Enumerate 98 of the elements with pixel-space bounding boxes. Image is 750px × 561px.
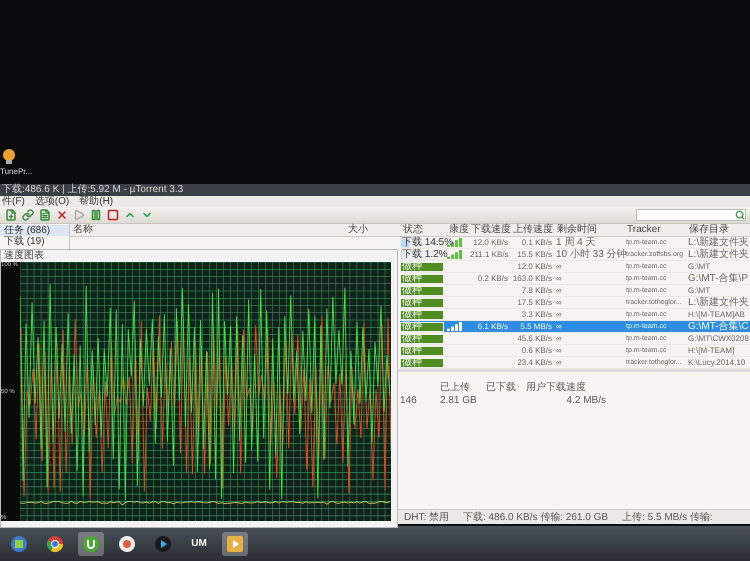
download-speed: 6.1 KB/s bbox=[476, 321, 509, 333]
file-plus-icon bbox=[4, 209, 16, 221]
download-speed: 12.0 KB/s bbox=[472, 237, 509, 249]
status-label: 做种 bbox=[401, 274, 422, 284]
detail-value: 4.2 MB/s bbox=[566, 395, 606, 406]
status-label: 做种 bbox=[401, 346, 422, 356]
menu-item[interactable]: 帮助(H) bbox=[79, 196, 114, 207]
status-label: 下载 14.5% bbox=[401, 238, 454, 248]
time-remaining: ∞ bbox=[555, 285, 563, 297]
upload-speed: 15.5 KB/s bbox=[516, 249, 553, 261]
search-field[interactable] bbox=[636, 209, 746, 221]
save-directory: G:\MT-合集\P bbox=[687, 273, 749, 285]
save-directory: H:\[M-TEAM]AB bbox=[687, 309, 746, 321]
time-remaining: 10 小时 33 分钟 bbox=[555, 249, 624, 261]
save-directory: G:\MT bbox=[687, 261, 712, 273]
status-text: 上传: 5.5 MB/s 传输: bbox=[622, 510, 713, 524]
time-remaining: ∞ bbox=[555, 357, 563, 369]
detail-value: 146 bbox=[400, 395, 418, 406]
upload-speed: 17.5 KB/s bbox=[516, 297, 553, 309]
time-remaining: ∞ bbox=[555, 321, 563, 333]
column-header[interactable]: 康度 bbox=[446, 224, 468, 236]
search-icon bbox=[735, 210, 745, 220]
download-speed: 0.2 KB/s bbox=[476, 273, 509, 285]
column-header[interactable]: 状态 bbox=[400, 224, 446, 236]
download-speed: 211.1 KB/s bbox=[469, 249, 510, 261]
media-player-icon bbox=[226, 534, 244, 552]
column-header[interactable]: 剩余时间 bbox=[554, 224, 624, 236]
status-text: DHT: 禁用 bbox=[404, 510, 449, 524]
graph-window-title: 速度图表 bbox=[3, 250, 45, 262]
time-remaining: ∞ bbox=[555, 333, 563, 345]
detail-value: 2.81 GB bbox=[440, 395, 478, 406]
toolbar-button[interactable] bbox=[38, 208, 51, 222]
status-label: 做种 bbox=[401, 286, 422, 296]
desktop-icon-label[interactable]: TunePr... bbox=[0, 167, 32, 176]
sidebar-item[interactable]: 下载 (19) bbox=[0, 236, 69, 247]
bulb-icon[interactable] bbox=[0, 147, 18, 165]
status-label: 做种 bbox=[401, 334, 422, 344]
upload-speed: 5.5 MB/s bbox=[519, 321, 553, 333]
upload-speed: 23.4 KB/s bbox=[516, 357, 553, 369]
windows-orb-icon bbox=[10, 534, 28, 552]
column-header[interactable]: Tracker bbox=[624, 224, 686, 236]
column-header[interactable]: 保存目录 bbox=[686, 224, 750, 236]
detail-header: 已下载 bbox=[486, 382, 517, 393]
status-label: 做种 bbox=[401, 322, 422, 332]
toolbar-button[interactable] bbox=[89, 208, 102, 222]
status-label: 做种 bbox=[401, 298, 422, 308]
browser-icon bbox=[46, 534, 64, 552]
link-icon bbox=[22, 209, 34, 221]
menu-item[interactable]: 选项(O) bbox=[34, 196, 70, 207]
window-title: 下载:486.6 K | 上传:5.92 M - µTorrent 3.3 bbox=[2, 184, 184, 196]
upload-speed: 0.1 KB/s bbox=[520, 237, 553, 249]
status-label: 做种 bbox=[401, 262, 422, 272]
document-icon bbox=[38, 209, 50, 221]
play-icon bbox=[72, 209, 84, 221]
play-icon bbox=[154, 534, 172, 552]
toolbar-button[interactable] bbox=[106, 208, 119, 222]
time-remaining: ∞ bbox=[555, 297, 563, 309]
save-directory: G:\MT bbox=[687, 285, 712, 296]
taskbar-button[interactable]: UM bbox=[186, 532, 212, 556]
save-directory: G:\MT-合集\C bbox=[687, 321, 750, 333]
circle-icon bbox=[118, 534, 136, 552]
column-header[interactable]: 下载速度 bbox=[468, 224, 510, 236]
upload-speed: 7.8 KB/s bbox=[520, 285, 553, 297]
menu-item[interactable]: 件(F) bbox=[2, 196, 25, 207]
sidebar-item[interactable]: 任务 (686) bbox=[0, 225, 69, 236]
taskbar-button[interactable] bbox=[78, 532, 104, 556]
column-header[interactable]: 名称 bbox=[70, 224, 345, 236]
detail-header: 已上传 bbox=[440, 382, 471, 393]
pause-icon bbox=[90, 209, 102, 221]
upload-speed: 45.6 KB/s bbox=[516, 333, 553, 345]
save-directory: L:\新建文件夹 bbox=[687, 297, 750, 309]
taskbar-button[interactable] bbox=[222, 532, 248, 556]
time-remaining: ∞ bbox=[555, 345, 563, 357]
save-directory: L:\新建文件夹 bbox=[687, 249, 750, 261]
save-directory: H:\[M-TEAM] bbox=[687, 345, 736, 357]
status-label: 下载 1.2% bbox=[401, 250, 448, 260]
upload-speed: 0.6 KB/s bbox=[520, 345, 553, 357]
column-header[interactable]: 上传速度 bbox=[510, 224, 554, 236]
toolbar-button[interactable] bbox=[21, 208, 34, 222]
upload-speed: 12.0 KB/s bbox=[516, 261, 553, 273]
save-directory: L:\新建文件夹 bbox=[687, 237, 750, 248]
x-icon bbox=[56, 209, 68, 221]
save-directory: G:\MT\CWX0208 bbox=[687, 333, 750, 345]
status-label: 做种 bbox=[401, 310, 422, 320]
status-label: 做种 bbox=[401, 358, 422, 368]
time-remaining: ∞ bbox=[555, 273, 563, 285]
time-remaining: 1 周 4 天 bbox=[555, 237, 596, 248]
toolbar-button[interactable] bbox=[4, 208, 17, 222]
upload-speed: 3.3 KB/s bbox=[520, 309, 553, 321]
column-header[interactable]: 大小 bbox=[345, 224, 400, 236]
stop-icon bbox=[106, 209, 118, 221]
status-text: 下载: 486.0 KB/s 传输: 261.0 GB bbox=[463, 510, 608, 524]
torrent-client-icon bbox=[82, 534, 100, 552]
upload-speed: 163.0 KB/s bbox=[512, 273, 553, 285]
time-remaining: ∞ bbox=[555, 309, 563, 321]
time-remaining: ∞ bbox=[555, 261, 563, 273]
save-directory: K:\Lucy.2014.10 bbox=[687, 357, 746, 369]
detail-header: 用户下载速度 bbox=[526, 382, 587, 393]
